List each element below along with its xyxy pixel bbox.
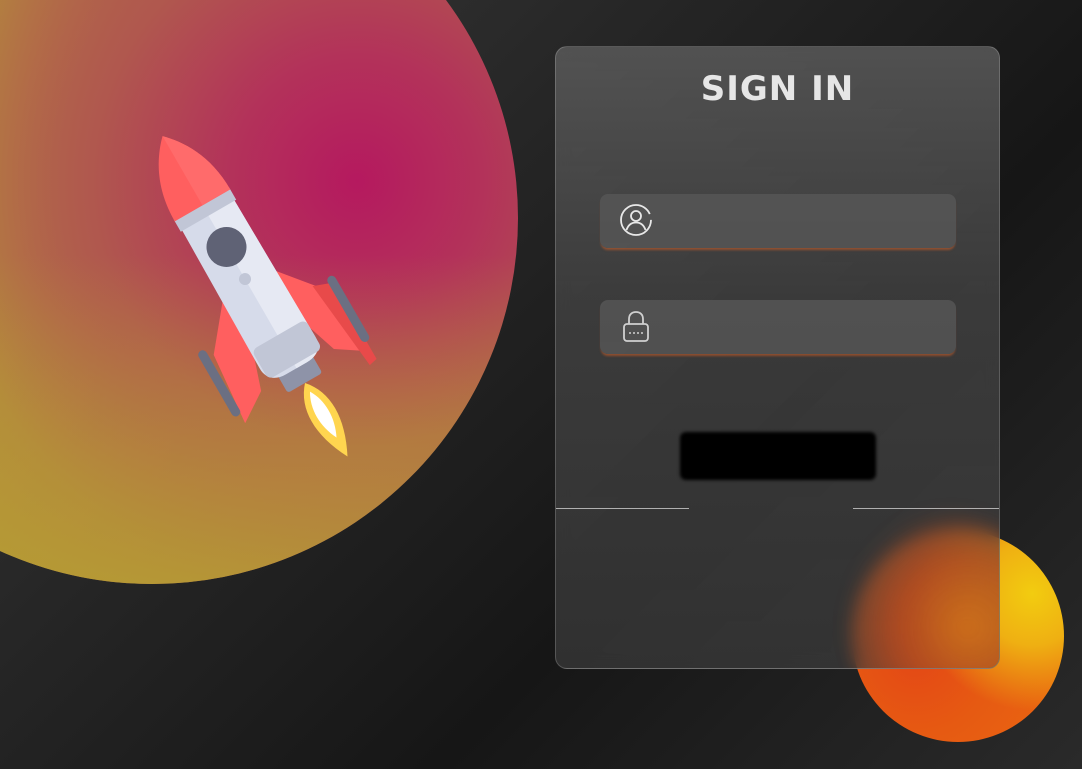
password-input[interactable] xyxy=(666,308,940,348)
divider-right xyxy=(853,508,999,509)
username-input[interactable] xyxy=(666,202,940,242)
sign-in-title: SIGN IN xyxy=(700,69,855,109)
user-circle-icon xyxy=(620,204,652,236)
sign-in-button[interactable] xyxy=(680,432,876,480)
lock-icon xyxy=(623,311,649,342)
username-field[interactable] xyxy=(600,194,956,248)
divider-left xyxy=(556,508,689,509)
rocket-illustration xyxy=(158,136,377,457)
sign-in-card: SIGN IN xyxy=(555,46,1000,669)
page-background: SIGN IN xyxy=(0,0,1082,769)
password-field[interactable] xyxy=(600,300,956,354)
